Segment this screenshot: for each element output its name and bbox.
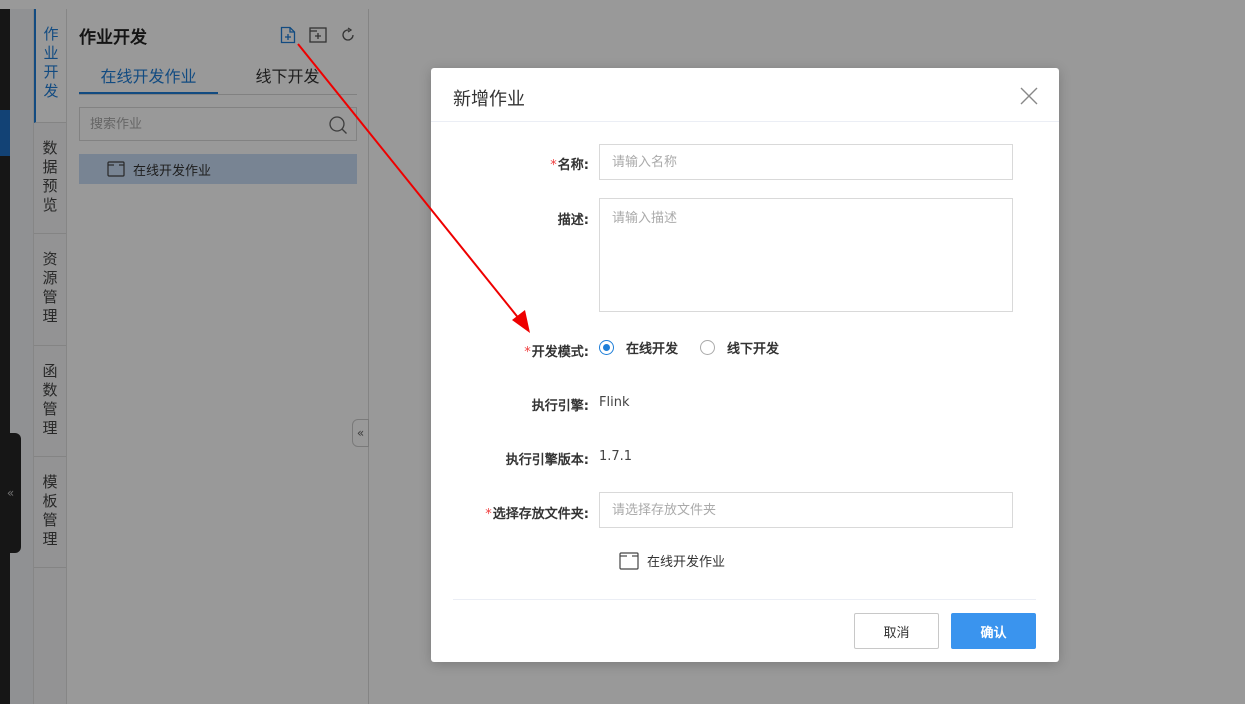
dialog-title: 新增作业 [453, 89, 525, 110]
folder-tree-item[interactable]: 在线开发作业 [619, 551, 725, 570]
folder-select-input[interactable] [599, 492, 1013, 528]
description-label: 描述: [557, 213, 589, 228]
name-label: *名称: [550, 154, 589, 173]
folder-icon [619, 551, 639, 570]
cancel-button[interactable]: 取消 [854, 613, 939, 649]
radio-online-dev[interactable] [599, 340, 614, 355]
required-mark: * [485, 507, 492, 522]
mode-label: *开发模式: [524, 341, 589, 360]
radio-offline-dev[interactable] [700, 340, 716, 355]
new-job-dialog: 新增作业 *名称: 描述: *开发模式: 在线开发 线下开发 执行引擎: Fli… [431, 68, 1059, 662]
folder-label: *选择存放文件夹: [485, 503, 589, 522]
radio-offline-dev-label[interactable]: 线下开发 [727, 338, 779, 357]
close-icon[interactable] [1019, 86, 1039, 106]
description-textarea[interactable] [599, 198, 1013, 312]
required-mark: * [524, 345, 531, 360]
dialog-header: 新增作业 [431, 68, 1059, 122]
mode-label-text: 开发模式: [531, 345, 589, 360]
required-mark: * [550, 158, 557, 173]
folder-tree-item-label: 在线开发作业 [647, 555, 726, 570]
engine-version-value: 1.7.1 [599, 449, 633, 464]
mode-radio-group: 在线开发 线下开发 [599, 338, 779, 357]
radio-online-dev-label[interactable]: 在线开发 [626, 338, 678, 357]
dialog-footer-divider [453, 599, 1036, 600]
name-label-text: 名称: [557, 158, 589, 173]
engine-version-label: 执行引擎版本: [505, 453, 589, 468]
engine-value: Flink [599, 395, 630, 410]
folder-label-text: 选择存放文件夹: [492, 507, 589, 522]
name-input[interactable] [599, 144, 1013, 180]
engine-label: 执行引擎: [531, 399, 589, 414]
confirm-button[interactable]: 确认 [951, 613, 1036, 649]
